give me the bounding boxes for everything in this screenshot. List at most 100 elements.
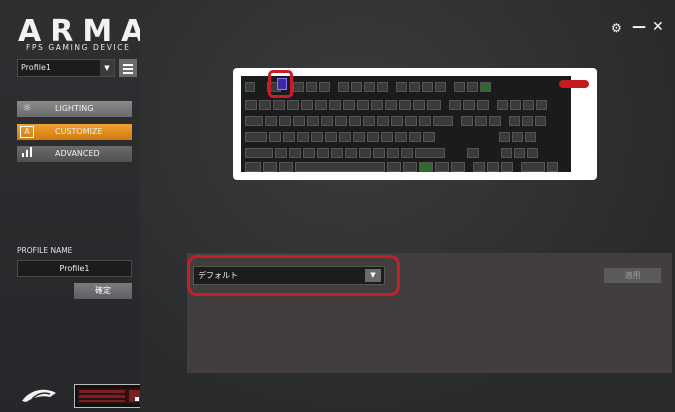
key[interactable] [463,100,475,110]
key[interactable] [461,116,473,126]
chevron-down-icon[interactable]: ▼ [100,60,114,76]
key[interactable] [521,162,545,172]
key[interactable] [311,132,323,142]
key[interactable] [307,116,319,126]
key[interactable] [273,100,285,110]
key[interactable] [435,162,449,172]
key[interactable] [245,148,273,158]
nav-customize[interactable]: A CUSTOMIZE [17,124,132,140]
selected-key[interactable] [277,78,287,90]
key[interactable] [401,148,413,158]
key[interactable] [301,100,313,110]
apply-button[interactable]: 適用 [604,268,661,283]
key[interactable] [377,82,388,92]
key[interactable] [413,100,425,110]
key[interactable] [359,148,371,158]
key[interactable] [339,132,351,142]
key[interactable] [275,148,287,158]
key[interactable] [387,148,399,158]
key[interactable] [419,162,433,172]
key[interactable] [353,132,365,142]
key[interactable] [338,82,349,92]
key[interactable] [415,148,445,158]
key[interactable] [473,162,485,172]
nav-advanced[interactable]: ADVANCED [17,146,132,162]
key[interactable] [364,82,375,92]
key[interactable] [435,82,446,92]
key[interactable] [306,82,317,92]
key[interactable] [287,100,299,110]
key[interactable] [303,148,315,158]
selected-key-highlight[interactable] [268,70,293,98]
key[interactable] [259,100,271,110]
key[interactable] [329,100,341,110]
key[interactable] [396,82,407,92]
key[interactable] [325,132,337,142]
key[interactable] [245,116,263,126]
minimize-icon[interactable]: — [632,19,646,35]
key[interactable] [245,82,255,92]
key[interactable] [467,82,478,92]
key[interactable] [527,148,538,158]
key[interactable] [387,162,401,172]
key[interactable] [514,148,525,158]
key[interactable] [451,162,465,172]
key[interactable] [279,162,293,172]
key[interactable] [245,162,261,172]
key[interactable] [547,162,558,172]
key[interactable] [475,116,487,126]
key[interactable] [357,100,369,110]
key[interactable] [363,116,375,126]
key[interactable] [433,116,453,126]
key[interactable] [423,132,435,142]
key[interactable] [385,100,397,110]
key[interactable] [454,82,465,92]
key[interactable] [349,116,361,126]
key[interactable] [536,100,547,110]
key[interactable] [419,116,431,126]
key[interactable] [522,116,533,126]
key[interactable] [377,116,389,126]
confirm-button[interactable]: 確定 [74,283,132,299]
profile-menu-button[interactable] [119,59,137,77]
key[interactable] [477,100,489,110]
key[interactable] [335,116,347,126]
key[interactable] [367,132,379,142]
key[interactable] [317,148,329,158]
key[interactable] [501,162,513,172]
key[interactable] [409,82,420,92]
key[interactable] [279,116,291,126]
key[interactable] [265,116,277,126]
nav-lighting[interactable]: ☼ LIGHTING [17,101,132,117]
key[interactable] [351,82,362,92]
key[interactable] [293,82,304,92]
key[interactable] [371,100,383,110]
key[interactable] [525,132,536,142]
key[interactable] [315,100,327,110]
profile-name-input[interactable]: Profile1 [17,260,132,277]
close-icon[interactable]: ✕ [652,19,664,35]
key[interactable] [293,116,305,126]
key[interactable] [409,132,421,142]
key[interactable] [245,132,267,142]
key[interactable] [422,82,433,92]
key[interactable] [510,100,521,110]
key[interactable] [399,100,411,110]
key[interactable] [501,148,512,158]
key[interactable] [403,162,417,172]
key[interactable] [245,100,257,110]
settings-icon[interactable]: ⚙ [611,21,622,35]
key[interactable] [297,132,309,142]
key[interactable] [487,162,499,172]
key[interactable] [319,82,330,92]
key[interactable] [499,132,510,142]
key[interactable] [283,132,295,142]
key[interactable] [497,100,508,110]
key[interactable] [263,162,277,172]
profile-select[interactable]: Profile1 ▼ [17,59,115,77]
key[interactable] [509,116,520,126]
key[interactable] [343,100,355,110]
key[interactable] [391,116,403,126]
key[interactable] [489,116,501,126]
key[interactable] [331,148,343,158]
